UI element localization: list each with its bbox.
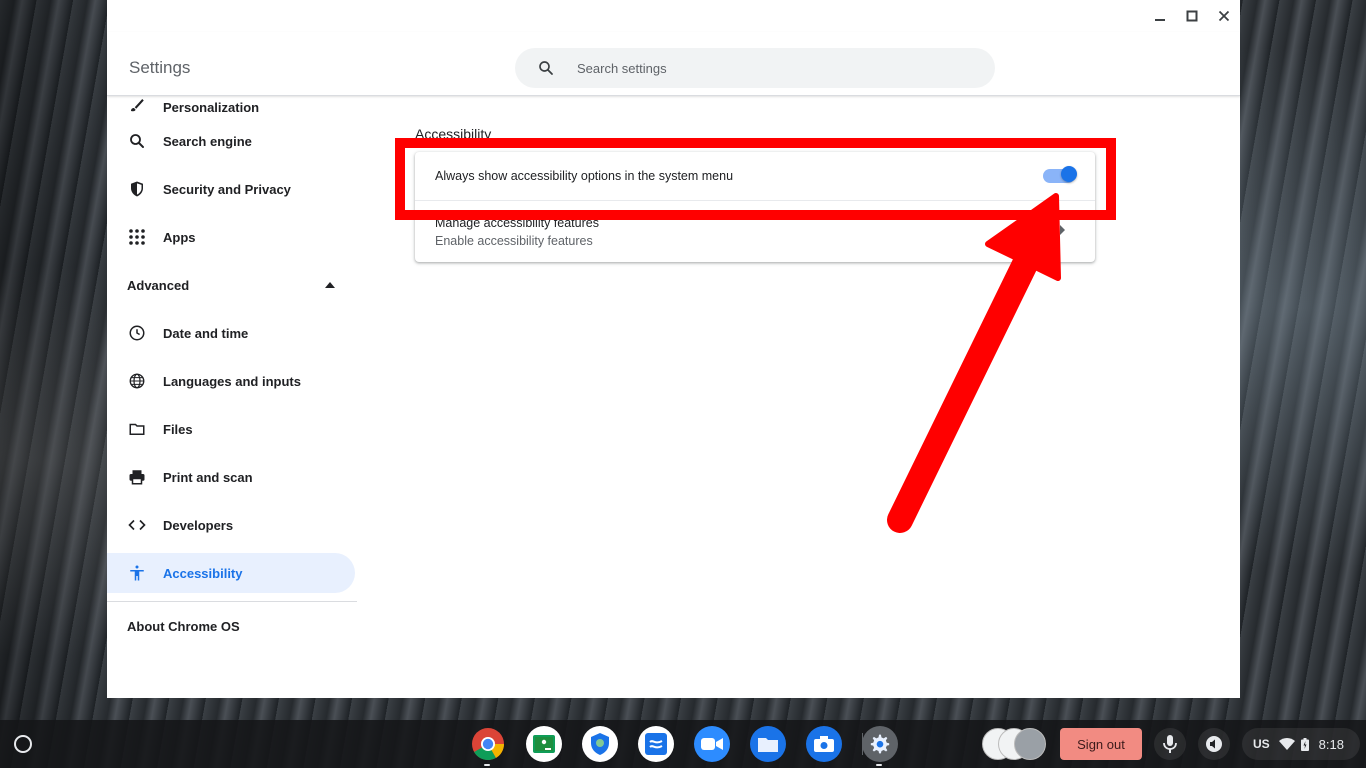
battery-icon (1300, 737, 1309, 751)
chrome-icon[interactable] (470, 726, 506, 766)
sidebar-item-label: Date and time (163, 325, 249, 341)
advanced-label: Advanced (127, 277, 190, 293)
search-icon (127, 131, 147, 151)
search-icon (539, 61, 553, 75)
close-button[interactable] (1208, 0, 1240, 32)
sidebar: Personalization Search engine Security a… (107, 97, 357, 650)
folder-icon (127, 419, 147, 439)
minimize-button[interactable] (1144, 0, 1176, 32)
shield-icon (127, 179, 147, 199)
sidebar-item-languages[interactable]: Languages and inputs (107, 357, 357, 405)
select-to-speak-button[interactable] (1198, 728, 1230, 760)
search-input[interactable] (577, 60, 957, 76)
sidebar-item-label: Languages and inputs (163, 373, 301, 389)
notes-app-icon[interactable] (638, 726, 674, 762)
globe-icon (127, 371, 147, 391)
camera-icon[interactable] (806, 726, 842, 762)
accessibility-icon (127, 563, 147, 583)
brush-icon (127, 95, 147, 115)
classroom-icon[interactable] (526, 726, 562, 762)
caret-up-icon (325, 282, 335, 288)
maximize-button[interactable] (1176, 0, 1208, 32)
printer-icon (127, 467, 147, 487)
clock-icon (127, 323, 147, 343)
manage-accessibility-row[interactable]: Manage accessibility features Enable acc… (415, 200, 1095, 262)
shelf: Sign out US 8:18 (0, 720, 1366, 768)
advanced-section-toggle[interactable]: Advanced (107, 261, 357, 309)
sidebar-item-label: Security and Privacy (163, 181, 291, 197)
window-controls (1144, 0, 1240, 32)
manage-accessibility-title: Manage accessibility features (435, 215, 599, 230)
sidebar-item-label: Files (163, 421, 193, 437)
pinned-apps (470, 726, 918, 766)
security-app-icon[interactable] (582, 726, 618, 762)
manage-accessibility-subtitle: Enable accessibility features (435, 233, 593, 248)
sidebar-item-label: Print and scan (163, 469, 253, 485)
settings-window: Settings Personalization Search engine (107, 0, 1240, 698)
microphone-icon (1163, 735, 1177, 753)
chevron-right-icon (1060, 225, 1065, 235)
sidebar-item-files[interactable]: Files (107, 405, 357, 453)
accessibility-menu-toggle[interactable] (1043, 166, 1077, 183)
app-title: Settings (129, 58, 191, 77)
main-content: Accessibility Always show accessibility … (415, 126, 1095, 262)
accessibility-card: Always show accessibility options in the… (415, 152, 1095, 262)
sidebar-item-label: Search engine (163, 133, 252, 149)
sign-out-button[interactable]: Sign out (1060, 728, 1142, 760)
clock-time: 8:18 (1318, 736, 1344, 752)
sidebar-item-label: Apps (163, 229, 196, 245)
settings-header: Settings (107, 32, 1240, 96)
search-box[interactable] (515, 48, 995, 88)
sidebar-item-personalization[interactable]: Personalization (107, 97, 357, 117)
code-icon (127, 515, 147, 535)
toggle-label: Always show accessibility options in the… (435, 169, 734, 183)
user-avatars[interactable] (982, 728, 1046, 760)
sidebar-item-print-scan[interactable]: Print and scan (107, 453, 357, 501)
sidebar-item-accessibility[interactable]: Accessibility (107, 553, 355, 593)
sidebar-item-about[interactable]: About Chrome OS (107, 602, 357, 650)
sidebar-item-search-engine[interactable]: Search engine (107, 117, 357, 165)
system-menu-toggle-row[interactable]: Always show accessibility options in the… (415, 152, 1095, 200)
avatar (1014, 728, 1046, 760)
close-icon (1218, 10, 1230, 22)
sidebar-item-security[interactable]: Security and Privacy (107, 165, 357, 213)
zoom-icon[interactable] (694, 726, 730, 762)
sidebar-item-date-time[interactable]: Date and time (107, 309, 357, 357)
sidebar-item-label: Developers (163, 517, 234, 533)
sidebar-item-developers[interactable]: Developers (107, 501, 357, 549)
sidebar-item-apps[interactable]: Apps (107, 213, 357, 261)
toggle-knob (1061, 166, 1077, 182)
wifi-icon (1278, 738, 1295, 750)
minimize-icon (1155, 19, 1165, 21)
files-icon[interactable] (750, 726, 786, 762)
microphone-button[interactable] (1154, 728, 1186, 760)
status-area[interactable]: US 8:18 (1242, 728, 1360, 760)
page-title: Accessibility (415, 126, 492, 142)
settings-icon[interactable] (862, 726, 898, 766)
launcher-button[interactable] (14, 735, 32, 753)
speaker-icon (1206, 736, 1222, 752)
input-method-indicator: US (1253, 737, 1270, 751)
sidebar-item-label: Personalization (163, 99, 260, 115)
maximize-icon (1186, 10, 1198, 22)
apps-grid-icon (127, 227, 147, 247)
sidebar-item-label: Accessibility (163, 565, 243, 581)
shelf-separator (862, 733, 863, 755)
